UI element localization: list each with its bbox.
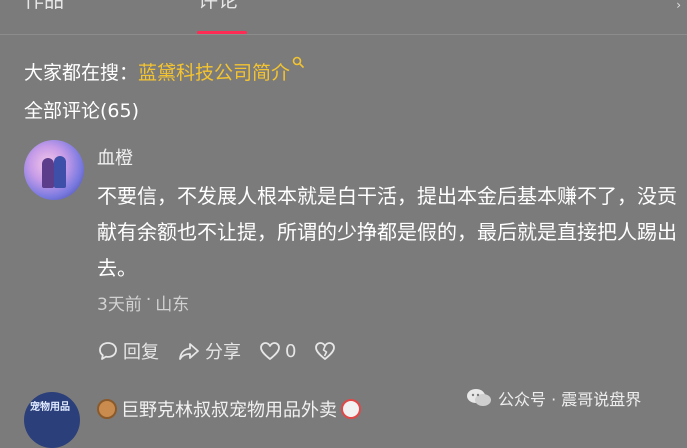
clown-emoji-icon [341, 399, 361, 419]
search-icon [292, 56, 304, 72]
reply-button[interactable]: 回复 [97, 338, 159, 364]
tab-bar: 作品 评论 › [0, 0, 687, 34]
avatar-figure [54, 156, 66, 188]
divider [0, 34, 687, 35]
like-button[interactable]: 0 [259, 341, 296, 362]
comment-actions: 回复 分享 0 [97, 338, 336, 364]
watermark: 公众号 · 震哥说盘界 [466, 386, 641, 410]
avatar-shop-sign: 宠物用品 [30, 402, 70, 413]
next-username-label: 巨野克林叔叔宠物用品外卖 [121, 400, 337, 421]
comment-username-next[interactable]: 巨野克林叔叔宠物用品外卖 [97, 396, 361, 422]
share-icon [177, 340, 201, 362]
avatar[interactable] [24, 140, 84, 200]
wechat-icon [466, 388, 492, 408]
avatar[interactable]: 宠物用品 [24, 392, 80, 448]
comment-meta: 3天前 · 山东 [97, 290, 189, 315]
share-button[interactable]: 分享 [177, 338, 241, 364]
share-label: 分享 [205, 342, 241, 363]
avatar-figure [42, 158, 54, 188]
reply-label: 回复 [123, 342, 159, 363]
broken-heart-icon [314, 341, 336, 361]
comments-count-header: 全部评论(65) [24, 96, 139, 123]
search-suggestion-term[interactable]: 蓝黛科技公司简介 [138, 58, 290, 85]
dislike-button[interactable] [314, 341, 336, 361]
tab-works[interactable]: 作品 [24, 0, 64, 13]
reply-icon [97, 340, 119, 362]
like-count: 0 [285, 340, 297, 362]
heart-icon [259, 341, 281, 361]
meta-separator: · [145, 290, 152, 310]
comments-count-label: 全部评论(65) [24, 100, 140, 122]
tab-comments[interactable]: 评论 [198, 0, 238, 13]
watermark-text: 公众号 · 震哥说盘界 [498, 390, 642, 409]
dog-emoji-icon [97, 399, 117, 419]
chevron-icon[interactable]: › [676, 0, 681, 12]
comment-text: 不要信，不发展人根本就是白干活，提出本金后基本赚不了，没贡献有余额也不让提，所谓… [97, 184, 677, 280]
comment-time: 3天前 [97, 295, 142, 315]
search-suggestion[interactable]: 大家都在搜： 蓝黛科技公司简介 [24, 56, 304, 85]
search-suggestion-prefix: 大家都在搜： [24, 62, 139, 84]
comment-username[interactable]: 血橙 [97, 144, 133, 170]
comment-location: 山东 [155, 295, 190, 315]
